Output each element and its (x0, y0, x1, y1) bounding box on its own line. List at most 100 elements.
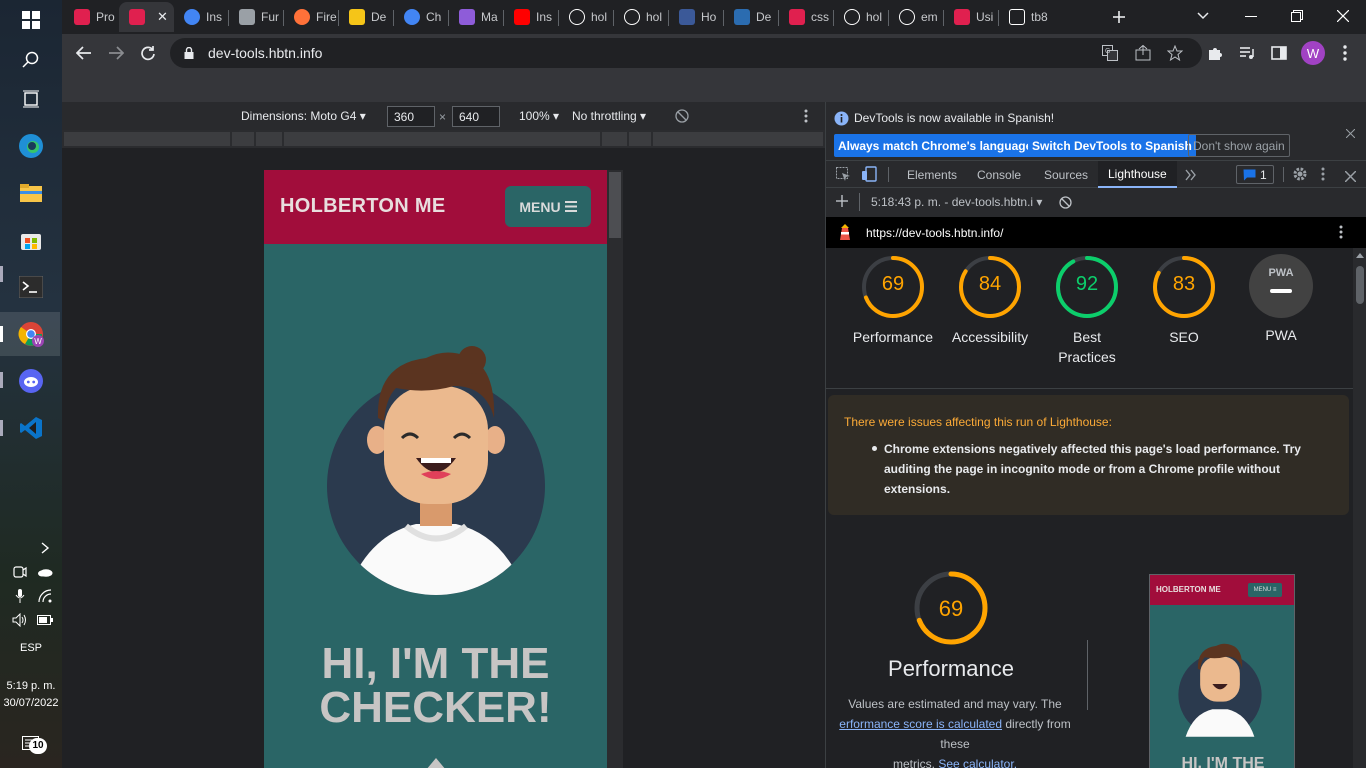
chrome-icon[interactable]: W (15, 318, 47, 350)
store-icon[interactable] (15, 224, 47, 256)
viewport-width-input[interactable]: 360 (387, 106, 435, 127)
clock-time[interactable]: 5:19 p. m. (0, 680, 62, 692)
side-panel-button[interactable] (1264, 38, 1294, 68)
device-options-button[interactable] (804, 109, 808, 126)
zoom-select[interactable]: 100% ▾ (519, 109, 559, 123)
meet-now-icon[interactable] (10, 563, 30, 581)
network-icon[interactable] (35, 587, 55, 605)
url-text[interactable]: dev-tools.hbtn.info (208, 45, 322, 61)
file-explorer-icon[interactable] (15, 177, 47, 209)
browser-tab[interactable]: Ins (504, 2, 559, 32)
site-logo[interactable]: HOLBERTON ME (280, 195, 445, 218)
search-icon[interactable] (15, 44, 47, 76)
restore-button[interactable] (1274, 0, 1320, 32)
gauge-best-practices[interactable]: 92 Best Practices (1039, 254, 1135, 367)
dont-show-again-button[interactable]: Don't show again (1188, 134, 1290, 157)
browser-tab[interactable]: Fur (229, 2, 284, 32)
translate-button[interactable]: G (1095, 38, 1125, 68)
chevron-right-icon[interactable] (35, 538, 55, 558)
browser-tab[interactable]: Ho (669, 2, 724, 32)
close-devtools-button[interactable] (1344, 169, 1357, 187)
language-indicator[interactable]: ESP (0, 642, 62, 654)
tab-search-button[interactable] (1196, 8, 1214, 26)
inspect-element-button[interactable] (836, 167, 851, 187)
browser-tab[interactable]: tb8 (999, 2, 1054, 32)
final-screenshot-thumbnail[interactable]: HOLBERTON ME MENU ≡ HI, I'M THE (1149, 574, 1295, 768)
browser-tab[interactable]: Ch (394, 2, 449, 32)
devtools-menu-button[interactable] (1321, 167, 1325, 186)
microphone-icon[interactable] (10, 587, 30, 605)
browser-tab[interactable]: hol (614, 2, 669, 32)
gauge-performance[interactable]: 69 Performance (845, 254, 941, 347)
menu-button[interactable]: MENU (505, 186, 591, 227)
browser-tab[interactable]: hol (559, 2, 614, 32)
issues-counter[interactable]: 1 (1236, 165, 1274, 184)
lighthouse-url[interactable]: https://dev-tools.hbtn.info/ (866, 226, 1003, 240)
gauge-pwa[interactable]: PWA PWA (1233, 254, 1329, 345)
new-tab-button[interactable] (1108, 6, 1130, 28)
browser-tab[interactable]: Pro (64, 2, 119, 32)
infobar-close-button[interactable] (1345, 125, 1356, 143)
browser-tab[interactable]: Usi (944, 2, 999, 32)
back-button[interactable] (69, 38, 99, 68)
vscode-icon[interactable] (15, 412, 47, 444)
more-tabs-button[interactable] (1185, 168, 1197, 186)
edge-icon[interactable] (15, 130, 47, 162)
reload-button[interactable] (133, 38, 163, 68)
browser-tab[interactable]: Ma (449, 2, 504, 32)
browser-tab[interactable]: ✕ (119, 2, 174, 32)
gauge-accessibility[interactable]: 84 Accessibility (942, 254, 1038, 347)
clock-date[interactable]: 30/07/2022 (0, 697, 62, 709)
share-button[interactable] (1128, 38, 1158, 68)
gauge-seo[interactable]: 83 SEO (1136, 254, 1232, 347)
windows-start-icon[interactable] (15, 4, 47, 36)
discord-icon[interactable] (15, 365, 47, 397)
tab-sources[interactable]: Sources (1044, 161, 1088, 188)
browser-tab[interactable]: em (889, 2, 944, 32)
rotate-button[interactable] (675, 109, 689, 126)
browser-tab[interactable]: hol (834, 2, 889, 32)
viewport-height-input[interactable]: 640 (452, 106, 500, 127)
plus-icon (1113, 11, 1125, 23)
bookmark-button[interactable] (1160, 38, 1190, 68)
new-report-button[interactable] (836, 195, 848, 210)
performance-gauge-large[interactable]: 69 (886, 570, 1016, 651)
browser-tab[interactable]: De (724, 2, 779, 32)
tab-elements[interactable]: Elements (907, 161, 957, 188)
close-window-button[interactable] (1320, 0, 1366, 32)
address-bar[interactable]: dev-tools.hbtn.info (170, 38, 1202, 68)
score-calculated-link[interactable]: erformance score is calculated (839, 717, 1002, 731)
report-menu-button[interactable] (1339, 225, 1343, 242)
onedrive-icon[interactable] (35, 563, 55, 581)
browser-tab[interactable]: Ins (174, 2, 229, 32)
browser-tab[interactable]: css (779, 2, 834, 32)
profile-avatar[interactable]: W (1301, 41, 1325, 65)
terminal-icon[interactable] (15, 271, 47, 303)
preview-scrollbar[interactable] (607, 170, 623, 768)
device-select[interactable]: Dimensions: Moto G4 ▾ (241, 109, 366, 123)
report-scrollbar[interactable] (1353, 248, 1366, 768)
device-toggle-button[interactable] (861, 166, 877, 187)
clear-reports-button[interactable] (1059, 196, 1072, 212)
minimize-button[interactable] (1228, 0, 1274, 32)
forward-button[interactable] (101, 38, 131, 68)
tab-console[interactable]: Console (977, 161, 1021, 188)
tab-close-icon[interactable]: ✕ (157, 9, 168, 25)
media-button[interactable] (1232, 38, 1262, 68)
report-select[interactable]: 5:18:43 p. m. - dev-tools.hbtn.i ▾ (871, 195, 1042, 209)
extensions-button[interactable] (1200, 38, 1230, 68)
media-query-bar[interactable] (62, 130, 825, 148)
task-view-icon[interactable] (15, 83, 47, 115)
switch-spanish-button[interactable]: Switch DevTools to Spanish (1028, 134, 1196, 157)
volume-icon[interactable] (10, 611, 30, 629)
browser-tab[interactable]: Fire (284, 2, 339, 32)
mobile-page-preview[interactable]: HOLBERTON ME MENU HI, I'M THE CHECKER! (264, 170, 607, 768)
see-calculator-link[interactable]: See calculator. (938, 757, 1017, 768)
throttling-select[interactable]: No throttling ▾ (572, 109, 646, 123)
browser-tab[interactable]: De (339, 2, 394, 32)
settings-button[interactable] (1292, 166, 1308, 187)
battery-icon[interactable] (35, 611, 55, 629)
match-language-button[interactable]: Always match Chrome's language (834, 134, 1037, 157)
chrome-menu-button[interactable] (1330, 38, 1360, 68)
tab-lighthouse[interactable]: Lighthouse (1098, 161, 1177, 188)
